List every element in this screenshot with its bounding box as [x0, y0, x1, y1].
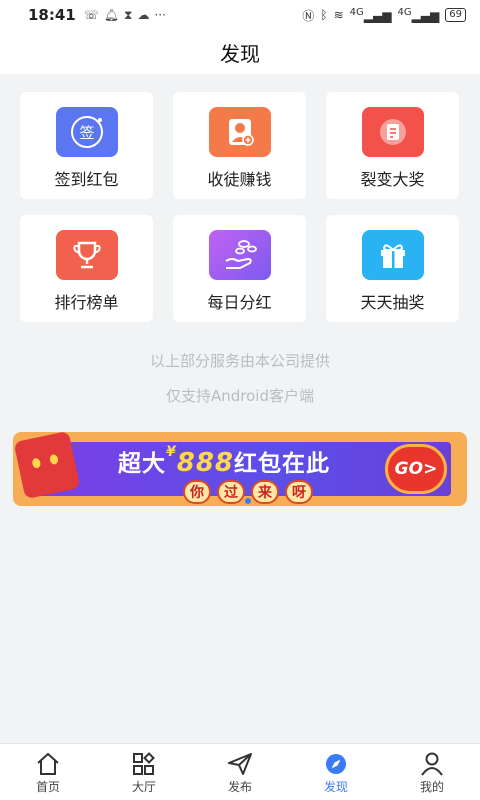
card-daily-dividend[interactable]: 每日分红	[173, 215, 306, 322]
signal-2-icon: 4G▂▄▆	[397, 7, 440, 23]
android-only-note: 仅支持Android客户端	[166, 387, 314, 405]
trophy-icon	[55, 230, 118, 280]
mascot-eye-right	[49, 453, 59, 466]
nav-item-hall[interactable]: 大厅	[96, 744, 192, 800]
status-right-icons: Ⓝ ᛒ ≋ 4G▂▄▆ 4G▂▄▆ 69	[302, 7, 466, 24]
card-fission-prize[interactable]: 裂变大奖	[326, 92, 459, 199]
status-time: 18:41	[28, 6, 76, 24]
bottom-nav: 首页 大厅 发布 发现 我的	[0, 743, 480, 800]
carousel-indicator	[245, 498, 251, 504]
cloud-icon: ☁	[137, 8, 150, 22]
card-label: 签到红包	[54, 170, 119, 189]
notification-bell-icon: 🔔︎	[103, 8, 119, 22]
wifi-icon: ≋	[333, 8, 344, 22]
signal-1-icon: 4G▂▄▆	[349, 7, 392, 23]
banner-title-b: 红包在此	[234, 451, 331, 477]
status-left-icons: ☏ 🔔︎ ⧗ ☁ ···	[84, 8, 166, 23]
card-label: 天天抽奖	[360, 293, 425, 312]
compass-icon	[326, 753, 346, 774]
sign-in-icon: 签	[55, 107, 118, 157]
nav-item-publish[interactable]: 发布	[192, 744, 288, 800]
battery-icon: 69	[445, 8, 466, 22]
banner-amount: ¥888	[166, 444, 235, 478]
card-recruit-earn[interactable]: 收徒赚钱	[173, 92, 306, 199]
card-label: 每日分红	[207, 293, 272, 312]
hourglass-icon: ⧗	[124, 7, 133, 22]
red-packet-mascot-icon	[13, 432, 81, 500]
status-bar: 18:41 ☏ 🔔︎ ⧗ ☁ ··· Ⓝ ᛒ ≋ 4G▂▄▆ 4G▂▄▆ 69	[0, 0, 480, 30]
banner-sub-char: 你	[183, 480, 211, 504]
svg-text:签: 签	[79, 124, 94, 142]
banner-go-button[interactable]: GO>	[385, 444, 447, 494]
gift-icon	[361, 230, 424, 280]
recruit-icon	[208, 107, 271, 157]
feature-grid: 签 签到红包 收徒赚钱 裂变大奖 排行榜单 每日分红 天天抽奖	[20, 92, 460, 322]
nav-item-home[interactable]: 首页	[0, 744, 96, 800]
nav-item-mine[interactable]: 我的	[384, 744, 480, 800]
red-packet-banner[interactable]: 超大¥888红包在此 你 过 来 呀 GO>	[13, 432, 467, 506]
missed-call-icon: ☏	[83, 8, 99, 22]
card-ranking-list[interactable]: 排行榜单	[20, 215, 153, 322]
banner-sub-char: 过	[217, 480, 245, 504]
card-label: 裂变大奖	[360, 170, 425, 189]
nfc-icon: Ⓝ	[302, 8, 315, 23]
nav-item-discover[interactable]: 发现	[288, 744, 384, 800]
note-icon	[361, 107, 424, 157]
title-bar: 发现	[0, 30, 480, 74]
card-sign-in-red-packet[interactable]: 签 签到红包	[20, 92, 153, 199]
banner-sub-char: 来	[251, 480, 279, 504]
nav-label: 首页	[35, 779, 60, 794]
dividend-icon	[208, 230, 271, 280]
banner-title: 超大¥888红包在此	[118, 444, 330, 478]
service-note: 以上部分服务由本公司提供	[149, 352, 330, 370]
home-icon	[37, 752, 59, 775]
mascot-eye-left	[31, 457, 42, 469]
send-icon	[228, 752, 252, 775]
grid-icon	[133, 751, 155, 775]
nav-label: 发布	[227, 779, 252, 794]
nav-label: 大厅	[131, 779, 156, 794]
nav-label: 发现	[323, 779, 348, 794]
card-label: 排行榜单	[54, 293, 119, 312]
user-icon	[421, 752, 443, 776]
card-label: 收徒赚钱	[207, 170, 272, 189]
banner-title-a: 超大	[118, 451, 166, 477]
bluetooth-icon: ᛒ	[320, 8, 328, 22]
card-daily-lottery[interactable]: 天天抽奖	[326, 215, 459, 322]
page-title: 发现	[220, 41, 260, 66]
nav-label: 我的	[419, 779, 444, 794]
banner-sub-char: 呀	[285, 480, 313, 504]
more-dots-icon: ···	[154, 8, 166, 22]
